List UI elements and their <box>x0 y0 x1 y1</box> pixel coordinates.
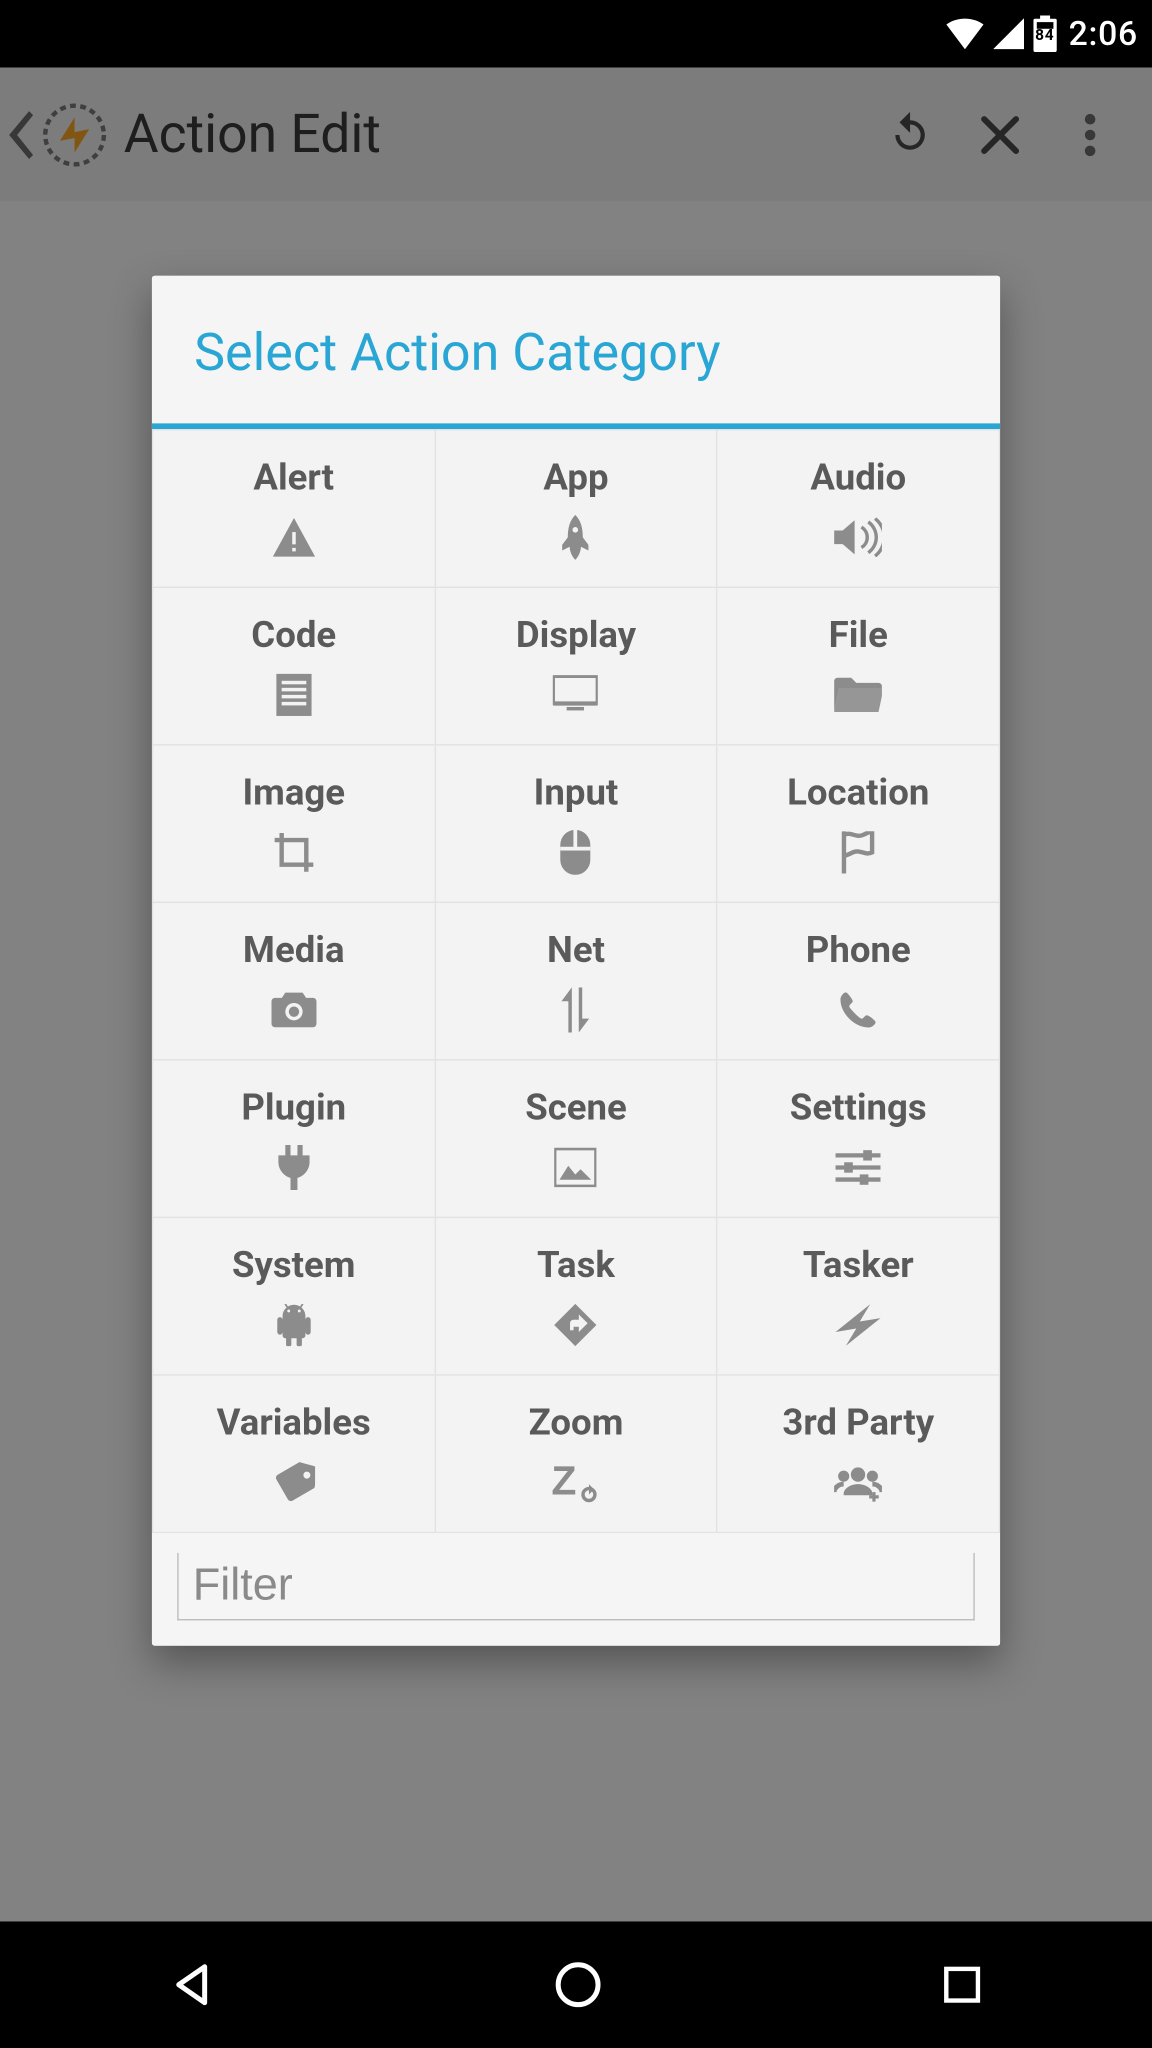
category-image[interactable]: Image <box>153 745 434 901</box>
category-label: Image <box>242 772 345 814</box>
tag-icon <box>270 1458 318 1506</box>
category-scene[interactable]: Scene <box>436 1061 717 1217</box>
category-app[interactable]: App <box>436 430 717 586</box>
device-frame: 84 2:06 Action Edit <box>0 0 1152 2048</box>
category-display[interactable]: Display <box>436 588 717 744</box>
category-media[interactable]: Media <box>153 903 434 1059</box>
android-nav-bar <box>0 1921 1152 2048</box>
camera-icon <box>270 985 318 1033</box>
group-add-icon <box>834 1458 882 1506</box>
select-action-category-dialog: Select Action Category Alert App Audio <box>152 276 1000 1646</box>
category-task[interactable]: Task <box>436 1218 717 1374</box>
category-zoom[interactable]: Zoom Z <box>436 1376 717 1532</box>
category-file[interactable]: File <box>718 588 999 744</box>
category-alert[interactable]: Alert <box>153 430 434 586</box>
status-icons: 84 <box>945 15 1058 52</box>
category-label: Plugin <box>241 1087 346 1129</box>
category-code[interactable]: Code <box>153 588 434 744</box>
filter-row <box>152 1533 1000 1646</box>
category-audio[interactable]: Audio <box>718 430 999 586</box>
cell-signal-icon <box>993 18 1024 49</box>
category-thirdparty[interactable]: 3rd Party <box>718 1376 999 1532</box>
filter-input[interactable] <box>177 1553 975 1621</box>
category-label: Zoom <box>529 1402 624 1444</box>
category-label: App <box>543 456 608 498</box>
sliders-icon <box>834 1143 882 1191</box>
category-label: System <box>232 1244 356 1286</box>
nav-home-button[interactable] <box>555 1961 603 2009</box>
android-status-bar: 84 2:06 <box>0 0 1152 68</box>
android-icon <box>270 1300 318 1348</box>
folder-icon <box>834 670 882 718</box>
code-icon <box>270 670 318 718</box>
crop-icon <box>270 828 318 876</box>
nav-recents-button[interactable] <box>941 1964 983 2006</box>
category-label: Variables <box>217 1402 371 1444</box>
category-phone[interactable]: Phone <box>718 903 999 1059</box>
category-label: File <box>829 614 888 656</box>
category-label: Input <box>534 772 619 814</box>
category-system[interactable]: System <box>153 1218 434 1374</box>
category-net[interactable]: Net <box>436 903 717 1059</box>
phone-icon <box>834 985 882 1033</box>
dialog-title: Select Action Category <box>152 276 1000 429</box>
category-label: Code <box>251 614 336 656</box>
category-label: Tasker <box>803 1244 914 1286</box>
category-label: Scene <box>525 1087 627 1129</box>
category-label: Task <box>537 1244 615 1286</box>
monitor-icon <box>552 670 600 718</box>
speaker-icon <box>834 513 882 561</box>
directions-icon <box>552 1300 600 1348</box>
rocket-icon <box>552 513 600 561</box>
battery-icon: 84 <box>1032 15 1057 52</box>
picture-icon <box>552 1143 600 1191</box>
category-label: Alert <box>253 456 334 498</box>
battery-percent: 84 <box>1035 25 1054 43</box>
category-plugin[interactable]: Plugin <box>153 1061 434 1217</box>
mouse-icon <box>552 828 600 876</box>
wifi-icon <box>945 18 984 49</box>
category-label: 3rd Party <box>782 1402 934 1444</box>
lightning-icon <box>834 1300 882 1348</box>
nav-back-button[interactable] <box>169 1961 217 2009</box>
svg-text:Z: Z <box>552 1459 577 1502</box>
category-label: Display <box>516 614 636 656</box>
status-clock: 2:06 <box>1069 14 1138 53</box>
category-settings[interactable]: Settings <box>718 1061 999 1217</box>
transfer-arrows-icon <box>552 985 600 1033</box>
alert-icon <box>270 513 318 561</box>
category-variables[interactable]: Variables <box>153 1376 434 1532</box>
flag-icon <box>834 828 882 876</box>
zoom-icon: Z <box>552 1458 600 1506</box>
category-grid: Alert App Audio Code <box>152 429 1000 1533</box>
category-location[interactable]: Location <box>718 745 999 901</box>
category-tasker[interactable]: Tasker <box>718 1218 999 1374</box>
category-label: Media <box>243 929 345 971</box>
category-label: Net <box>547 929 605 971</box>
plug-icon <box>270 1143 318 1191</box>
category-label: Settings <box>790 1087 927 1129</box>
category-input[interactable]: Input <box>436 745 717 901</box>
category-label: Location <box>787 772 929 814</box>
category-label: Audio <box>810 456 906 498</box>
category-label: Phone <box>806 929 911 971</box>
